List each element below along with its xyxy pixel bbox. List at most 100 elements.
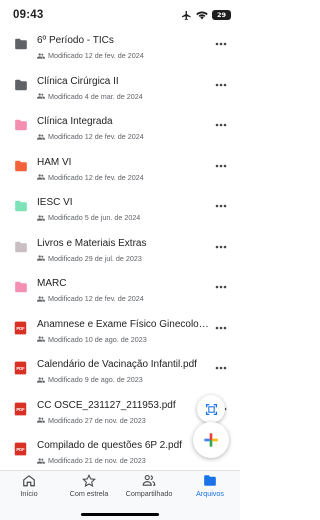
file-name: MARC: [37, 278, 67, 289]
more-options-button[interactable]: [214, 199, 228, 213]
folder-icon: [14, 78, 28, 92]
file-name: Livros e Materiais Extras: [37, 237, 147, 249]
folder-icon: [14, 159, 28, 173]
file-name: Clínica Cirúrgica II: [37, 75, 119, 87]
file-meta: Modificado 21 de nov. de 2023: [37, 456, 146, 465]
modified-date: Modificado 29 de jul. de 2023: [48, 253, 142, 263]
file-meta: Modificado 12 de fev. de 2024: [37, 294, 144, 303]
nav-label: Início: [20, 489, 38, 498]
file-row[interactable]: IESC VI Modificado 5 de jun. de 2024: [0, 188, 240, 229]
folder-icon: [14, 240, 28, 254]
shared-people-icon: [37, 336, 45, 342]
more-options-button[interactable]: [214, 118, 228, 132]
file-row[interactable]: Livros e Materiais Extras Modificado 29 …: [0, 229, 240, 270]
file-name: Compilado de questões 6P 2.pdf: [37, 440, 182, 451]
file-row[interactable]: HAM VI Modificado 12 de fev. de 2024: [0, 148, 240, 189]
more-horizontal-icon: [215, 326, 227, 329]
plus-icon: [204, 433, 218, 447]
nav-label: Com estrela: [69, 489, 109, 498]
shared-people-icon: [37, 133, 45, 140]
svg-text:PDF: PDF: [16, 447, 25, 452]
status-icons: 29: [181, 9, 231, 21]
modified-date: Modificado 12 de fev. de 2024: [48, 51, 144, 60]
svg-text:PDF: PDF: [16, 407, 25, 412]
more-options-button[interactable]: [214, 280, 228, 294]
modified-date: Modificado 9 de ago. de 2023: [48, 375, 143, 384]
file-meta: Modificado 29 de jul. de 2023: [37, 254, 142, 263]
modified-date: Modificado 27 de nov. de 2023: [48, 415, 146, 425]
file-row[interactable]: PDF Calendário de Vacinação Infantil.pdf…: [0, 350, 240, 391]
more-horizontal-icon: [215, 83, 227, 86]
folder-icon: [204, 475, 216, 486]
folder-icon: [14, 280, 28, 294]
file-meta: Modificado 10 de ago. de 2023: [37, 335, 147, 344]
pdf-file-icon: PDF: [14, 442, 28, 456]
more-horizontal-icon: [215, 164, 227, 167]
battery-icon: 29: [212, 10, 231, 20]
nav-item-home[interactable]: Início: [0, 471, 58, 505]
more-horizontal-icon: [215, 245, 227, 248]
scan-button[interactable]: [197, 395, 225, 423]
modified-date: Modificado 12 de fev. de 2024: [48, 294, 144, 303]
more-options-button[interactable]: [214, 159, 228, 173]
modified-date: Modificado 10 de ago. de 2023: [48, 334, 147, 344]
file-meta: Modificado 4 de mar. de 2024: [37, 92, 143, 101]
more-options-button[interactable]: [214, 37, 228, 51]
file-row[interactable]: MARC Modificado 12 de fev. de 2024: [0, 269, 240, 310]
more-options-button[interactable]: [214, 361, 228, 375]
folder-icon: [14, 199, 28, 213]
file-row[interactable]: Clínica Cirúrgica II Modificado 4 de mar…: [0, 67, 240, 108]
shared-people-icon: [37, 214, 45, 221]
shared-people-icon: [37, 52, 45, 59]
modified-date: Modificado 12 de fev. de 2024: [48, 132, 144, 141]
folder-icon: [14, 37, 28, 51]
nav-label: Compartilhado: [125, 489, 173, 498]
shared-people-icon: [37, 376, 45, 383]
more-horizontal-icon: [215, 123, 227, 127]
more-horizontal-icon: [215, 285, 227, 289]
file-name: HAM VI: [37, 156, 72, 168]
more-options-button[interactable]: [214, 240, 228, 254]
shared-people-icon: [37, 457, 45, 464]
file-meta: Modificado 5 de jun. de 2024: [37, 213, 140, 222]
file-row[interactable]: PDF Anamnese e Exame Físico Ginecologia.…: [0, 310, 240, 351]
modified-date: Modificado 21 de nov. de 2023: [48, 456, 146, 465]
nav-item-shared[interactable]: Compartilhado: [120, 471, 178, 505]
more-options-button[interactable]: [214, 78, 228, 92]
modified-date: Modificado 5 de jun. de 2024: [48, 213, 141, 222]
modified-date: Modificado 12 de fev. de 2024: [48, 172, 144, 182]
file-name: IESC VI: [37, 197, 73, 208]
file-name: Clínica Integrada: [37, 116, 113, 127]
shared-people-icon: [37, 295, 45, 302]
file-meta: Modificado 9 de ago. de 2023: [37, 375, 143, 384]
file-name: Anamnese e Exame Físico Ginecologia...: [37, 318, 209, 330]
airplane-mode-icon: [181, 10, 191, 20]
nav-item-starred[interactable]: Com estrela: [60, 471, 118, 505]
star-icon: [82, 474, 96, 487]
file-meta: Modificado 12 de fev. de 2024: [37, 173, 144, 182]
file-name: CC OSCE_231127_211953.pdf: [37, 399, 176, 411]
file-row[interactable]: 6º Período - TICs Modificado 12 de fev. …: [0, 26, 240, 67]
svg-text:PDF: PDF: [16, 366, 25, 371]
nav-label: Arquivos: [196, 489, 224, 498]
pdf-file-icon: PDF: [14, 361, 28, 375]
nav-item-files[interactable]: Arquivos: [181, 471, 239, 505]
shared-people-icon: [37, 417, 45, 423]
pdf-file-icon: PDF: [14, 321, 28, 335]
more-options-button[interactable]: [214, 321, 228, 335]
file-meta: Modificado 27 de nov. de 2023: [37, 416, 146, 425]
file-meta: Modificado 12 de fev. de 2024: [37, 132, 144, 141]
wifi-icon: [196, 11, 208, 20]
more-horizontal-icon: [215, 42, 227, 46]
home-indicator: [81, 513, 159, 516]
svg-text:PDF: PDF: [16, 326, 25, 331]
new-item-button[interactable]: [193, 422, 229, 458]
pdf-file-icon: PDF: [14, 402, 28, 416]
shared-people-icon: [37, 255, 45, 261]
file-name: Calendário de Vacinação Infantil.pdf: [37, 359, 197, 370]
folder-icon: [14, 118, 28, 132]
file-row[interactable]: Clínica Integrada Modificado 12 de fev. …: [0, 107, 240, 148]
shared-people-icon: [37, 174, 45, 180]
file-meta: Modificado 12 de fev. de 2024: [37, 51, 144, 60]
scan-document-icon: [205, 403, 217, 415]
